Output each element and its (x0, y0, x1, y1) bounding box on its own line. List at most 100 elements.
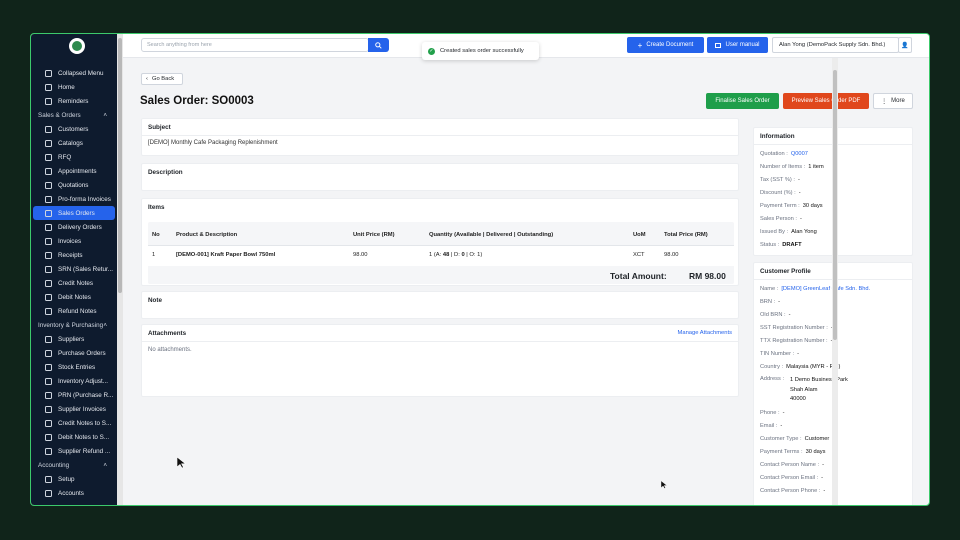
app-logo[interactable] (69, 38, 85, 54)
customer-name-link[interactable]: [DEMO] GreenLeaf Cafe Sdn. Bhd. (781, 286, 870, 292)
page-title: Sales Order: SO0003 (140, 95, 254, 107)
credit-notes-icon (45, 279, 52, 287)
sidebar-item-accounts[interactable]: Accounts (31, 486, 117, 500)
info-key: Sales Person : (760, 215, 797, 222)
user-manual-button[interactable]: User manual (707, 37, 768, 53)
qty-outstanding: | O: 1) (464, 252, 483, 258)
home-icon (45, 83, 52, 91)
sidebar-item-label: Stock Entries (58, 363, 96, 371)
receipts-icon (45, 251, 52, 259)
sidebar-section-accounting[interactable]: Accounting ˄ (31, 458, 117, 472)
create-document-button[interactable]: + Create Document (627, 37, 704, 53)
search-button[interactable] (368, 38, 389, 52)
sidebar-item-label: Credit Notes (58, 279, 93, 287)
sidebar-item-supplier-refund[interactable]: Supplier Refund ... (31, 444, 117, 458)
sidebar-item-label: Pro-forma Invoices (58, 195, 111, 203)
debit-notes-to-s-icon (45, 433, 52, 441)
appointments-icon (45, 167, 52, 175)
sidebar-item-label: Invoices (58, 237, 82, 245)
sidebar-item-supplier-invoices[interactable]: Supplier Invoices (31, 402, 117, 416)
sidebar-item-quotations[interactable]: Quotations (31, 178, 117, 192)
company-selector[interactable]: Alan Yong (DemoPack Supply Sdn. Bhd.) (772, 37, 899, 53)
sidebar-section-inventory-purchasing[interactable]: Inventory & Purchasing ˄ (31, 318, 117, 332)
sidebar-section-sales-orders[interactable]: Sales & Orders ˄ (31, 108, 117, 122)
sidebar-item-invoices[interactable]: Invoices (31, 234, 117, 248)
preview-pdf-button[interactable]: Preview Sales Order PDF (783, 93, 869, 109)
sidebar-item-collapsed-menu[interactable]: Collapsed Menu (31, 66, 117, 80)
sidebar-item-appointments[interactable]: Appointments (31, 164, 117, 178)
sidebar-item-rfq[interactable]: RFQ (31, 150, 117, 164)
main-scrollbar[interactable] (832, 58, 838, 505)
create-document-label: Create Document (646, 42, 694, 48)
clock-icon (45, 97, 52, 105)
sidebar-item-label: PRN (Purchase R... (58, 391, 114, 399)
main-scrollbar-thumb[interactable] (833, 70, 837, 340)
finalise-sales-order-button[interactable]: Finalise Sales Order (706, 93, 779, 109)
go-back-button[interactable]: ‹ Go Back (141, 73, 183, 85)
customer-value: Customer (804, 435, 830, 442)
sidebar-item-setup[interactable]: Setup (31, 472, 117, 486)
sidebar-item-suppliers[interactable]: Suppliers (31, 332, 117, 346)
customer-value: 30 days (805, 448, 826, 455)
info-key: Number of Items : (760, 163, 806, 170)
sidebar-item-credit-notes[interactable]: Credit Notes (31, 276, 117, 290)
sidebar-item-credit-notes-to-s[interactable]: Credit Notes to S... (31, 416, 117, 430)
sidebar-item-srn-sales-retur[interactable]: SRN (Sales Retur... (31, 262, 117, 276)
sidebar-item-inventory-adjust[interactable]: Inventory Adjust... (31, 374, 117, 388)
chevron-up-icon: ˄ (103, 321, 107, 329)
sidebar-item-reminders[interactable]: Reminders (31, 94, 117, 108)
subject-card: Subject [DEMO] Monthly Cafe Packaging Re… (141, 118, 739, 156)
customer-key: Old BRN : (760, 311, 786, 318)
menu-icon (45, 69, 52, 77)
pointer-cursor-icon (661, 480, 668, 489)
sidebar-item-label: Sales Orders (58, 209, 95, 217)
quotation-link[interactable]: Q0007 (791, 151, 808, 157)
sidebar-item-receipts[interactable]: Receipts (31, 248, 117, 262)
stock-entries-icon (45, 363, 52, 371)
app-window: Collapsed Menu Home Reminders Sales & Order… (30, 33, 930, 506)
sidebar-item-sales-orders[interactable]: Sales Orders (33, 206, 115, 220)
items-heading: Items (148, 204, 165, 211)
manage-attachments-link[interactable]: Manage Attachments (678, 330, 732, 336)
sidebar-item-label: Reminders (58, 97, 89, 105)
sidebar-item-label: Receipts (58, 251, 83, 259)
sidebar-nav: Collapsed Menu Home Reminders Sales & Order… (31, 66, 117, 500)
sales-orders-icon (45, 209, 52, 217)
qty-prefix: 1 (A: (429, 252, 443, 258)
sidebar-item-pro-forma-invoices[interactable]: Pro-forma Invoices (31, 192, 117, 206)
book-icon (715, 42, 722, 48)
sidebar-item-debit-notes-to-s[interactable]: Debit Notes to S... (31, 430, 117, 444)
sidebar-item-label: Collapsed Menu (58, 69, 104, 77)
sidebar-item-catalogs[interactable]: Catalogs (31, 136, 117, 150)
more-label: More (891, 98, 905, 104)
sidebar-item-debit-notes[interactable]: Debit Notes (31, 290, 117, 304)
sidebar-item-stock-entries[interactable]: Stock Entries (31, 360, 117, 374)
more-button[interactable]: ⋮ More (873, 93, 913, 109)
mouse-cursor-icon (177, 457, 187, 469)
inventory-adjust-icon (45, 377, 52, 385)
quotations-icon (45, 181, 52, 189)
sidebar-item-label: Appointments (58, 167, 97, 175)
toast-message: Created sales order successfully (440, 48, 524, 54)
customer-value: - (778, 298, 781, 305)
search-input[interactable]: Search anything from here (141, 38, 369, 52)
sidebar-item-home[interactable]: Home (31, 80, 117, 94)
total-amount-label: Total Amount: (610, 271, 667, 281)
sidebar-item-delivery-orders[interactable]: Delivery Orders (31, 220, 117, 234)
sidebar-item-customers[interactable]: Customers (31, 122, 117, 136)
sidebar-item-refund-notes[interactable]: Refund Notes (31, 304, 117, 318)
sidebar-item-purchase-orders[interactable]: Purchase Orders (31, 346, 117, 360)
info-key: Payment Term : (760, 202, 800, 209)
success-toast: ✓ Created sales order successfully (422, 42, 539, 60)
suppliers-icon (45, 335, 52, 343)
sidebar-item-label: Supplier Refund ... (58, 447, 111, 455)
supplier-refund-icon (45, 447, 52, 455)
customer-key: Contact Person Email : (760, 474, 819, 481)
customer-value: - (823, 487, 826, 494)
sidebar-item-label: Purchase Orders (58, 349, 106, 357)
sidebar-scrollbar-thumb[interactable] (118, 38, 122, 293)
user-avatar-button[interactable]: 👤 (898, 37, 912, 53)
items-table: No Product & Description Unit Price (RM)… (148, 222, 734, 284)
sidebar-item-prn-purchase-r[interactable]: PRN (Purchase R... (31, 388, 117, 402)
customer-key: Contact Person Phone : (760, 487, 821, 494)
